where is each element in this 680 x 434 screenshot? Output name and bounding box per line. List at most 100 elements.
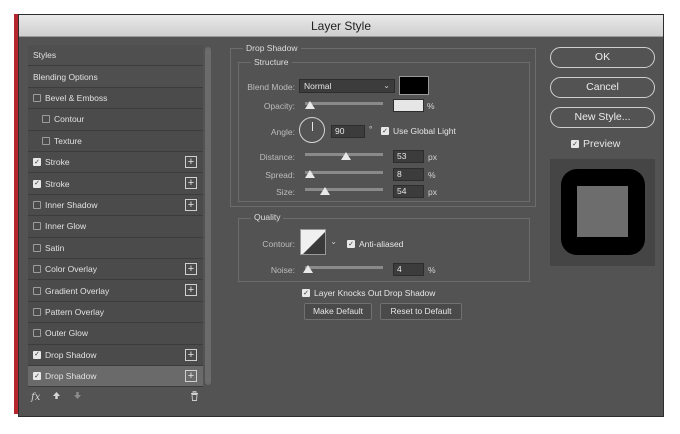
style-item-label: Stroke: [45, 178, 70, 189]
size-input[interactable]: 54: [393, 185, 424, 198]
style-item-label: Gradient Overlay: [45, 285, 110, 296]
style-item-checkbox[interactable]: [33, 222, 41, 231]
style-item-label: Texture: [54, 135, 82, 146]
scrollbar-thumb[interactable]: [205, 47, 211, 385]
add-effect-icon[interactable]: +: [185, 198, 197, 211]
style-item-label: Outer Glow: [45, 328, 88, 339]
size-slider[interactable]: [305, 188, 383, 191]
trash-icon[interactable]: [190, 390, 199, 404]
opacity-slider[interactable]: [305, 102, 383, 105]
styles-list-scrollbar[interactable]: [205, 47, 211, 385]
style-item-checkbox[interactable]: ✓: [33, 350, 41, 359]
contour-dropdown[interactable]: ⌄: [327, 229, 339, 255]
use-global-light-checkbox[interactable]: ✓ Use Global Light: [381, 126, 456, 136]
noise-input[interactable]: 4: [393, 263, 424, 276]
ok-button[interactable]: OK: [550, 47, 655, 68]
arrow-down-icon[interactable]: [73, 391, 82, 403]
angle-label: Angle:: [270, 127, 295, 137]
knockout-label: Layer Knocks Out Drop Shadow: [314, 288, 436, 298]
blend-mode-label: Blend Mode:: [247, 82, 295, 92]
style-item-stroke[interactable]: ✓ Stroke +: [28, 173, 203, 195]
angle-dial[interactable]: [299, 117, 325, 143]
blend-mode-value: Normal: [304, 81, 332, 91]
style-item-color-overlay[interactable]: Color Overlay +: [28, 259, 203, 281]
style-item-checkbox[interactable]: ✓: [33, 179, 41, 188]
style-item-label: Inner Glow: [45, 221, 87, 232]
blend-mode-select[interactable]: Normal ⌄: [299, 79, 395, 93]
style-item-bevel-emboss[interactable]: Bevel & Emboss: [28, 87, 203, 110]
add-effect-icon[interactable]: +: [185, 177, 197, 190]
add-effect-icon[interactable]: +: [185, 348, 197, 361]
style-item-drop-shadow[interactable]: ✓ Drop Shadow +: [28, 366, 203, 388]
add-effect-icon[interactable]: +: [185, 284, 197, 297]
new-style-button[interactable]: New Style...: [550, 107, 655, 128]
style-item-checkbox[interactable]: [33, 200, 41, 209]
add-effect-icon[interactable]: +: [185, 263, 197, 275]
checkmark-icon: ✓: [571, 140, 579, 148]
style-item-checkbox[interactable]: [42, 136, 50, 145]
style-item-checkbox[interactable]: [33, 286, 41, 295]
opacity-unit: %: [427, 101, 435, 111]
style-item-checkbox[interactable]: [33, 329, 41, 338]
distance-input[interactable]: 53: [393, 150, 424, 163]
spread-input[interactable]: 8: [393, 168, 424, 181]
style-item-checkbox[interactable]: [33, 307, 41, 316]
style-item-checkbox[interactable]: [33, 93, 41, 102]
style-item-blending-options[interactable]: Blending Options: [28, 66, 203, 88]
styles-list: Styles Blending Options Bevel & Emboss Cont…: [28, 45, 203, 396]
anti-aliased-label: Anti-aliased: [359, 239, 404, 249]
style-item-label: Styles: [33, 50, 57, 61]
preview-checkbox[interactable]: ✓ Preview: [571, 138, 620, 150]
spread-slider-knob[interactable]: [304, 170, 315, 178]
dialog-title: Layer Style: [19, 15, 663, 37]
style-item-checkbox[interactable]: [33, 265, 41, 274]
quality-title: Quality: [251, 212, 284, 222]
angle-unit: °: [369, 124, 373, 134]
style-item-texture[interactable]: Texture: [28, 130, 203, 152]
drop-shadow-title: Drop Shadow: [243, 43, 301, 53]
contour-picker[interactable]: [300, 229, 326, 255]
knockout-checkbox[interactable]: ✓ Layer Knocks Out Drop Shadow: [302, 288, 435, 298]
make-default-button[interactable]: Make Default: [304, 303, 372, 320]
distance-slider-knob[interactable]: [341, 152, 352, 160]
style-item-gradient-overlay[interactable]: Gradient Overlay +: [28, 280, 203, 302]
noise-slider-knob[interactable]: [303, 265, 314, 273]
angle-input[interactable]: 90: [331, 125, 365, 138]
distance-unit: px: [428, 152, 437, 162]
size-label: Size:: [276, 187, 295, 197]
style-item-label: Stroke: [45, 157, 70, 168]
style-item-checkbox[interactable]: [33, 243, 41, 252]
style-item-satin[interactable]: Satin: [28, 237, 203, 259]
anti-aliased-checkbox[interactable]: ✓ Anti-aliased: [347, 239, 403, 249]
style-item-contour[interactable]: Contour: [28, 109, 203, 131]
spread-unit: %: [428, 170, 436, 180]
add-effect-icon[interactable]: +: [185, 370, 197, 382]
opacity-label: Opacity:: [263, 101, 295, 111]
style-item-label: Inner Shadow: [45, 199, 98, 210]
cancel-button[interactable]: Cancel: [550, 77, 655, 98]
distance-label: Distance:: [259, 152, 295, 162]
add-effect-icon[interactable]: +: [185, 156, 197, 168]
style-item-styles[interactable]: Styles: [28, 45, 203, 67]
style-item-inner-shadow[interactable]: Inner Shadow +: [28, 194, 203, 217]
style-preview: [550, 159, 655, 266]
reset-to-default-button[interactable]: Reset to Default: [380, 303, 462, 320]
size-slider-knob[interactable]: [319, 187, 330, 195]
opacity-slider-knob[interactable]: [305, 101, 316, 109]
style-item-pattern-overlay[interactable]: Pattern Overlay: [28, 301, 203, 324]
checkmark-icon: ✓: [302, 289, 310, 297]
style-item-checkbox[interactable]: [42, 115, 50, 124]
opacity-input[interactable]: [393, 99, 424, 112]
style-item-stroke[interactable]: ✓ Stroke +: [28, 152, 203, 174]
fx-icon[interactable]: fx: [31, 392, 40, 403]
style-item-checkbox[interactable]: ✓: [33, 372, 41, 381]
style-item-outer-glow[interactable]: Outer Glow: [28, 323, 203, 345]
style-item-inner-glow[interactable]: Inner Glow: [28, 216, 203, 238]
arrow-up-icon[interactable]: [52, 391, 61, 403]
shadow-color-swatch[interactable]: [399, 76, 429, 95]
style-item-drop-shadow[interactable]: ✓ Drop Shadow +: [28, 344, 203, 366]
style-item-checkbox[interactable]: ✓: [33, 158, 41, 167]
noise-slider[interactable]: [305, 266, 383, 269]
spread-slider[interactable]: [305, 171, 383, 174]
style-item-label: Drop Shadow: [45, 349, 97, 360]
